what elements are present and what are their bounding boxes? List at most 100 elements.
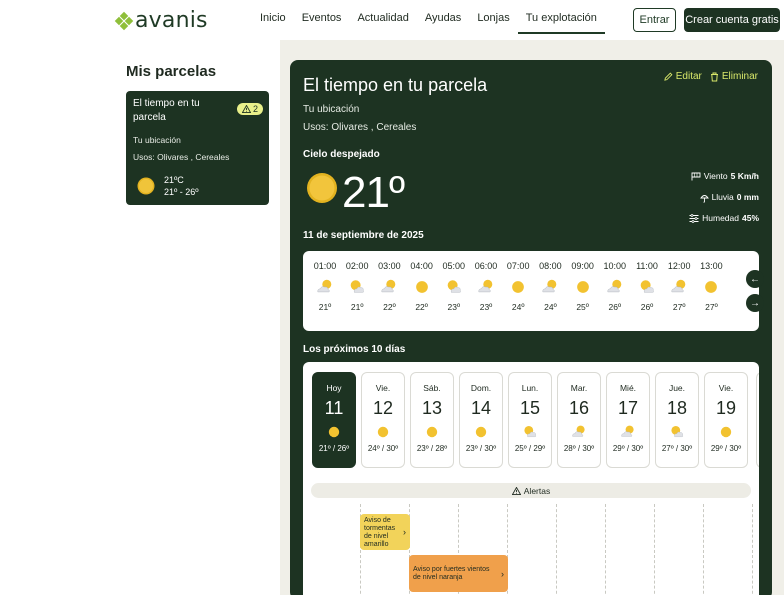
day-column-divider	[605, 504, 606, 595]
hour-icon	[438, 276, 470, 298]
next-day-card-partial[interactable]	[756, 372, 759, 468]
sun-icon	[137, 177, 155, 195]
day-range: 23º / 30º	[465, 444, 497, 453]
day-name: Mié.	[619, 383, 637, 393]
day-card[interactable]: Sáb. 13 23º / 28º	[410, 372, 454, 468]
day-card[interactable]: Mar. 16 28º / 30º	[557, 372, 601, 468]
day-number: 17	[617, 398, 639, 418]
rain-value: 0 mm	[736, 192, 759, 202]
day-column-divider	[752, 504, 753, 595]
sun-cloud-icon	[671, 426, 684, 437]
humidity-value: 45%	[741, 213, 759, 223]
alerts-bar: Alertas	[311, 483, 751, 498]
panel-actions: Editar Eliminar	[664, 71, 758, 82]
day-icon	[460, 423, 502, 441]
logo[interactable]: avanis	[114, 8, 208, 33]
hour-time: 07:00	[506, 261, 530, 271]
login-button[interactable]: Entrar	[633, 8, 676, 32]
hour-temp: 26º	[608, 302, 622, 312]
day-card[interactable]: Vie. 19 29º / 30º	[704, 372, 748, 468]
day-icon	[313, 423, 355, 441]
sun-icon	[475, 426, 487, 438]
hour-icon	[663, 276, 695, 298]
rain-stat: Lluvia 0 mm	[689, 187, 759, 208]
scroll-left-button[interactable]: ←	[746, 270, 764, 288]
hour-time: 01:00	[313, 261, 337, 271]
alert-yellow[interactable]: Aviso de tormentas de nivel amarillo ›	[360, 514, 410, 550]
nav-item-eventos[interactable]: Eventos	[294, 0, 350, 34]
nav-item-tu-explotacion[interactable]: Tu explotación	[517, 0, 605, 34]
day-number: 13	[421, 398, 443, 418]
day-card[interactable]: Dom. 14 23º / 30º	[459, 372, 503, 468]
day-range: 29º / 30º	[710, 444, 742, 453]
pencil-icon	[664, 72, 673, 81]
hour-temp: 22º	[383, 302, 396, 312]
wind-label: Viento	[703, 171, 728, 181]
delete-button[interactable]: Eliminar	[710, 71, 758, 82]
hour-item: 05:00 23º	[438, 261, 470, 312]
hour-icon	[373, 276, 405, 298]
day-name: Dom.	[470, 383, 492, 393]
parcel-card[interactable]: El tiempo en tu parcela 2 Tu ubicación U…	[126, 91, 269, 205]
day-number: 14	[470, 398, 492, 418]
moon-cloud-icon	[671, 279, 686, 293]
day-number: 18	[666, 398, 688, 418]
day-card-today[interactable]: Hoy 11 21º / 26º	[312, 372, 356, 468]
edit-label: Editar	[675, 71, 702, 82]
hour-item: 10:00 26º	[599, 261, 631, 312]
sun-cloud-icon	[640, 280, 654, 293]
humidity-icon	[689, 214, 699, 223]
hour-temp: 21º	[350, 302, 364, 312]
hour-item: 11:00 26º	[631, 261, 663, 312]
alert-orange[interactable]: Aviso por fuertes vientos de nivel naran…	[409, 555, 508, 592]
nav-item-actualidad[interactable]: Actualidad	[349, 0, 416, 34]
hour-item: 09:00 25º	[567, 261, 599, 312]
moon-cloud-icon	[621, 425, 634, 437]
nav-item-ayudas[interactable]: Ayudas	[417, 0, 470, 34]
parcel-card-weather: 21ºC 21º - 26º	[136, 174, 199, 198]
hour-temp: 26º	[640, 302, 654, 312]
sun-icon	[720, 426, 732, 438]
signup-button[interactable]: Crear cuenta gratis	[684, 8, 780, 32]
moon-cloud-icon	[542, 279, 557, 293]
parcel-card-title: El tiempo en tu parcela	[133, 98, 200, 123]
sun-icon	[377, 426, 389, 438]
location-text: Tu ubicación	[303, 104, 360, 115]
day-range: 28º / 30º	[563, 444, 595, 453]
hour-item: 13:00 27º	[695, 261, 727, 312]
hour-temp: 24º	[511, 302, 525, 312]
edit-button[interactable]: Editar	[664, 71, 702, 82]
day-icon	[509, 423, 551, 441]
hour-item: 03:00 22º	[373, 261, 405, 312]
top-navbar: avanis Inicio Eventos Actualidad Ayudas …	[0, 0, 784, 40]
day-card[interactable]: Lun. 15 25º / 29º	[508, 372, 552, 468]
hour-time: 06:00	[474, 261, 498, 271]
day-range: 23º / 28º	[416, 444, 448, 453]
scroll-right-button[interactable]: →	[746, 294, 764, 312]
day-name: Sáb.	[423, 383, 441, 393]
hour-item: 08:00 24º	[534, 261, 566, 312]
warning-icon	[511, 486, 521, 495]
day-card[interactable]: Mié. 17 29º / 30º	[606, 372, 650, 468]
uses-text: Usos: Olivares , Cereales	[303, 122, 417, 133]
day-number: 12	[372, 398, 394, 418]
hour-icon	[341, 276, 373, 298]
humidity-label: Humedad	[702, 213, 739, 223]
day-number: 15	[519, 398, 541, 418]
alerts-label: Alertas	[523, 485, 551, 496]
page-title: El tiempo en tu parcela	[303, 75, 488, 95]
day-card[interactable]: Vie. 12 24º / 30º	[361, 372, 405, 468]
hour-time: 12:00	[667, 261, 691, 271]
nav-item-inicio[interactable]: Inicio	[252, 0, 294, 34]
nav-item-lonjas[interactable]: Lonjas	[469, 0, 517, 34]
hour-icon	[470, 276, 502, 298]
hour-item: 04:00 22º	[406, 261, 438, 312]
alert-yellow-text: Aviso de tormentas de nivel amarillo	[364, 517, 396, 548]
parcel-card-uses: Usos: Olivares , Cereales	[133, 152, 230, 162]
hour-time: 10:00	[603, 261, 627, 271]
hour-temp: 23º	[447, 302, 461, 312]
daily-forecast: Alertas Aviso de tormentas de nivel amar…	[303, 362, 759, 595]
day-card[interactable]: Jue. 18 27º / 30º	[655, 372, 699, 468]
rain-label: Lluvia	[711, 192, 734, 202]
moon-cloud-icon	[381, 279, 396, 293]
